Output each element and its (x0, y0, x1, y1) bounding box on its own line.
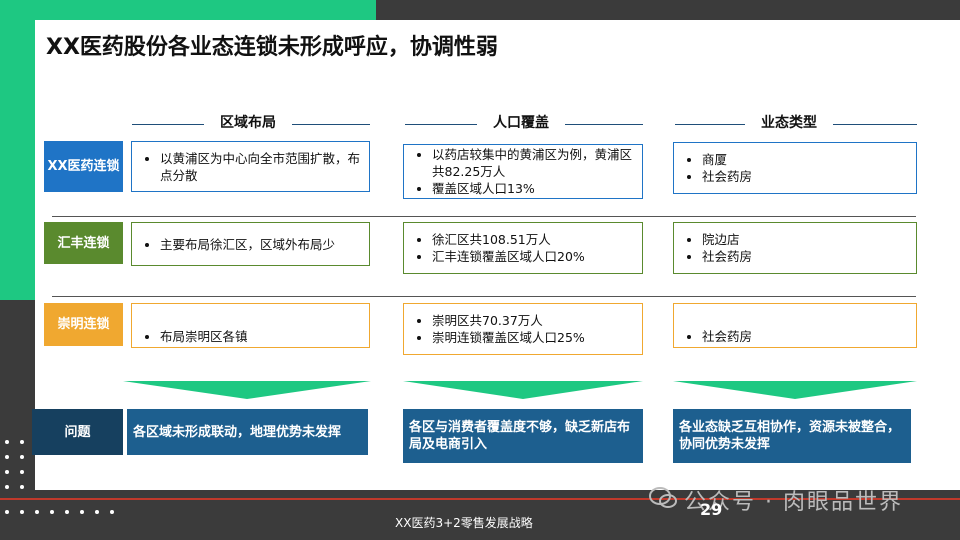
cell-format-2: 院边店社会药房 (673, 222, 917, 274)
cell-region-3: 布局崇明区各镇 (131, 303, 370, 348)
down-arrow-icon (403, 381, 643, 399)
cell-population-3: 崇明区共70.37万人崇明连锁覆盖区域人口25% (403, 303, 643, 355)
header-rule (292, 124, 370, 125)
column-header-region: 区域布局 (220, 115, 276, 131)
list-item: 社会药房 (702, 248, 910, 265)
header-rule (675, 124, 745, 125)
issue-format: 各业态缺乏互相协作，资源未被整合，协同优势未发挥 (673, 409, 911, 463)
list-item: 以黄浦区为中心向全市范围扩散，布点分散 (160, 150, 363, 184)
list-item: 崇明连锁覆盖区域人口25% (432, 329, 636, 346)
issue-region: 各区域未形成联动，地理优势未发挥 (127, 409, 368, 455)
row-divider (52, 216, 916, 217)
header-rule (132, 124, 204, 125)
list-item: 崇明区共70.37万人 (432, 312, 636, 329)
page-number: 29 (700, 500, 723, 519)
page-title: XX医药股份各业态连锁未形成呼应，协调性弱 (46, 35, 498, 60)
cell-format-3: 社会药房 (673, 303, 917, 348)
list-item: 覆盖区域人口13% (432, 180, 636, 197)
footer-title: XX医药3+2零售发展战略 (395, 516, 533, 530)
row-label-chongming-chain: 崇明连锁 (44, 303, 123, 346)
issue-population: 各区与消费者覆盖度不够，缺乏新店布局及电商引入 (403, 409, 643, 463)
row-label-xx-chain: XX医药连锁 (44, 141, 123, 192)
cell-population-1: 以药店较集中的黄浦区为例，黄浦区共82.25万人覆盖区域人口13% (403, 144, 643, 199)
header-rule (833, 124, 917, 125)
list-item: 以药店较集中的黄浦区为例，黄浦区共82.25万人 (432, 146, 636, 180)
column-header-format: 业态类型 (761, 115, 817, 131)
list-item: 社会药房 (702, 168, 910, 185)
row-label-huifeng-chain: 汇丰连锁 (44, 222, 123, 264)
list-item: 社会药房 (702, 328, 910, 345)
column-header-population: 人口覆盖 (493, 115, 549, 131)
cell-format-1: 商厦社会药房 (673, 142, 917, 194)
down-arrow-icon (123, 381, 371, 399)
cell-population-2: 徐汇区共108.51万人汇丰连锁覆盖区域人口20% (403, 222, 643, 274)
wechat-icon (649, 487, 677, 508)
cell-region-1: 以黄浦区为中心向全市范围扩散，布点分散 (131, 141, 370, 192)
header-rule (565, 124, 643, 125)
list-item: 商厦 (702, 151, 910, 168)
list-item: 院边店 (702, 231, 910, 248)
list-item: 主要布局徐汇区，区域外布局少 (160, 236, 363, 253)
list-item: 徐汇区共108.51万人 (432, 231, 636, 248)
issue-label: 问题 (32, 409, 123, 455)
list-item: 汇丰连锁覆盖区域人口20% (432, 248, 636, 265)
list-item: 布局崇明区各镇 (160, 328, 363, 345)
row-divider (52, 296, 916, 297)
header-rule (405, 124, 477, 125)
cell-region-2: 主要布局徐汇区，区域外布局少 (131, 222, 370, 266)
down-arrow-icon (673, 381, 917, 399)
